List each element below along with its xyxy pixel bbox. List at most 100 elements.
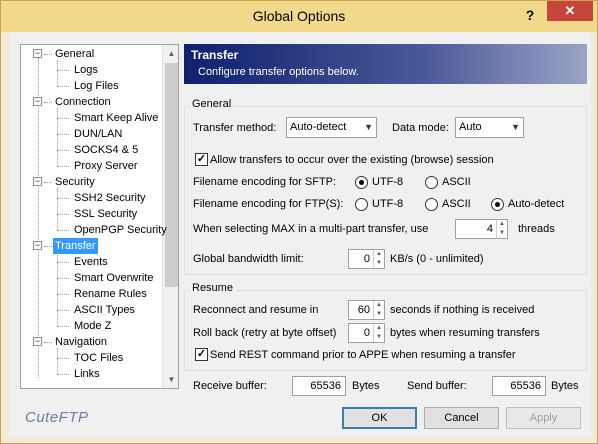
browse-session-label: Allow transfers to occur over the existi…: [210, 154, 494, 166]
spin-arrows-icon[interactable]: ▲ ▼: [373, 324, 384, 342]
tree-item-dun-lan[interactable]: DUN/LAN: [72, 126, 124, 142]
tree-connector: [44, 182, 52, 183]
sftp-utf8-label: UTF-8: [372, 176, 404, 188]
tree-connector: [44, 102, 52, 103]
tree-connector: [57, 294, 69, 295]
max-threads-value: 4: [486, 223, 493, 235]
close-button[interactable]: ✕: [547, 1, 593, 21]
expand-toggle-icon[interactable]: −: [33, 177, 42, 186]
rollback-stepper[interactable]: 0 ▲ ▼: [348, 323, 385, 343]
receive-buffer-unit: Bytes: [352, 380, 380, 392]
cancel-button[interactable]: Cancel: [424, 407, 499, 429]
ftp-auto-label: Auto-detect: [508, 198, 565, 210]
banner-title: Transfer: [191, 48, 239, 62]
tree-item-smart-overwrite[interactable]: Smart Overwrite: [72, 270, 155, 286]
reconnect-label: Reconnect and resume in: [193, 304, 319, 316]
tree-connector: [57, 150, 69, 151]
tree-connector: [44, 246, 52, 247]
tree-item-links[interactable]: Links: [72, 366, 102, 382]
receive-buffer-field[interactable]: 65536: [292, 376, 346, 396]
options-tree: ▲ ▼ − General Logs Log Files − Connection Smar…: [20, 44, 179, 389]
apply-button[interactable]: Apply: [506, 407, 581, 429]
tree-item-connection[interactable]: Connection: [53, 94, 113, 110]
ftp-auto-radio[interactable]: [491, 198, 504, 211]
chevron-down-icon: ▼: [511, 122, 520, 132]
tree-item-events[interactable]: Events: [72, 254, 110, 270]
bandwidth-value: 0: [363, 253, 370, 265]
tree-item-openpgp-security[interactable]: OpenPGP Security: [72, 222, 169, 238]
tree-connector: [57, 278, 69, 279]
tree-item-transfer[interactable]: Transfer: [53, 238, 98, 254]
spin-arrows-icon[interactable]: ▲ ▼: [373, 301, 384, 319]
tree-item-security[interactable]: Security: [53, 174, 97, 190]
tree-scrollbar[interactable]: ▲ ▼: [162, 45, 178, 388]
tree-connector: [57, 310, 69, 311]
tree-item-ssh2-security[interactable]: SSH2 Security: [72, 190, 148, 206]
general-group-label: General: [189, 98, 235, 110]
scroll-thumb[interactable]: [165, 63, 178, 287]
tree-item-mode-z[interactable]: Mode Z: [72, 318, 113, 334]
bandwidth-stepper[interactable]: 0 ▲ ▼: [348, 249, 385, 269]
tree-item-ascii-types[interactable]: ASCII Types: [72, 302, 137, 318]
expand-toggle-icon[interactable]: −: [33, 337, 42, 346]
spin-arrows-icon[interactable]: ▲ ▼: [373, 250, 384, 268]
reconnect-value: 60: [357, 304, 370, 316]
ftp-utf8-label: UTF-8: [372, 198, 404, 210]
browse-session-checkbox[interactable]: ✓: [195, 153, 208, 166]
bandwidth-unit-label: KB/s (0 - unlimited): [390, 253, 484, 265]
sftp-ascii-radio[interactable]: [425, 176, 438, 189]
reconnect-unit-label: seconds if nothing is received: [390, 304, 535, 316]
scroll-down-icon[interactable]: ▼: [163, 371, 178, 388]
tree-connector: [57, 374, 69, 375]
tree-item-navigation[interactable]: Navigation: [53, 334, 109, 350]
rest-command-checkbox[interactable]: ✓: [195, 348, 208, 361]
tree-connector: [57, 134, 69, 135]
tree-item-toc-files[interactable]: TOC Files: [72, 350, 125, 366]
reconnect-stepper[interactable]: 60 ▲ ▼: [348, 300, 385, 320]
scroll-up-icon[interactable]: ▲: [163, 45, 178, 62]
rollback-unit-label: bytes when resuming transfers: [390, 327, 540, 339]
spin-arrows-icon[interactable]: ▲ ▼: [496, 220, 507, 238]
tree-connector: [57, 60, 58, 86]
tree-connector: [57, 252, 58, 326]
ftp-utf8-radio[interactable]: [355, 198, 368, 211]
rest-command-label: Send REST command prior to APPE when res…: [210, 349, 516, 361]
sftp-utf8-radio[interactable]: [355, 176, 368, 189]
ok-button[interactable]: OK: [342, 407, 417, 429]
expand-toggle-icon[interactable]: −: [33, 241, 42, 250]
help-icon[interactable]: ?: [520, 5, 540, 25]
tree-item-ssl-security[interactable]: SSL Security: [72, 206, 139, 222]
global-options-window: Global Options ? ✕ ▲ ▼ − General Logs Log F…: [0, 0, 598, 444]
tree-item-socks4-5[interactable]: SOCKS4 & 5: [72, 142, 140, 158]
section-banner: Transfer Configure transfer options belo…: [184, 44, 587, 84]
transfer-method-label: Transfer method:: [193, 122, 277, 134]
rollback-value: 0: [363, 327, 370, 339]
data-mode-label: Data mode:: [392, 122, 449, 134]
tree-item-smart-keep-alive[interactable]: Smart Keep Alive: [72, 110, 160, 126]
expand-toggle-icon[interactable]: −: [33, 97, 42, 106]
title-bar: Global Options ? ✕: [1, 1, 597, 32]
expand-toggle-icon[interactable]: −: [33, 49, 42, 58]
tree-item-general[interactable]: General: [53, 46, 96, 62]
window-title: Global Options: [252, 8, 346, 24]
tree-item-logs[interactable]: Logs: [72, 62, 100, 78]
ftp-encoding-label: Filename encoding for FTP(S):: [193, 198, 344, 210]
send-buffer-field[interactable]: 65536: [492, 376, 546, 396]
receive-buffer-label: Receive buffer:: [193, 380, 267, 392]
tree-connector: [57, 166, 69, 167]
threads-unit-label: threads: [518, 223, 555, 235]
max-threads-stepper[interactable]: 4 ▲ ▼: [455, 219, 508, 239]
tree-connector: [57, 230, 69, 231]
tree-connector: [57, 198, 69, 199]
send-buffer-label: Send buffer:: [407, 380, 467, 392]
ftp-ascii-radio[interactable]: [425, 198, 438, 211]
sftp-ascii-label: ASCII: [442, 176, 471, 188]
tree-item-log-files[interactable]: Log Files: [72, 78, 121, 94]
tree-connector: [57, 86, 69, 87]
data-mode-select[interactable]: Auto ▼: [455, 117, 524, 138]
tree-connector: [57, 108, 58, 166]
tree-item-rename-rules[interactable]: Rename Rules: [72, 286, 149, 302]
send-buffer-unit: Bytes: [551, 380, 579, 392]
transfer-method-select[interactable]: Auto-detect ▼: [286, 117, 377, 138]
tree-item-proxy-server[interactable]: Proxy Server: [72, 158, 140, 174]
